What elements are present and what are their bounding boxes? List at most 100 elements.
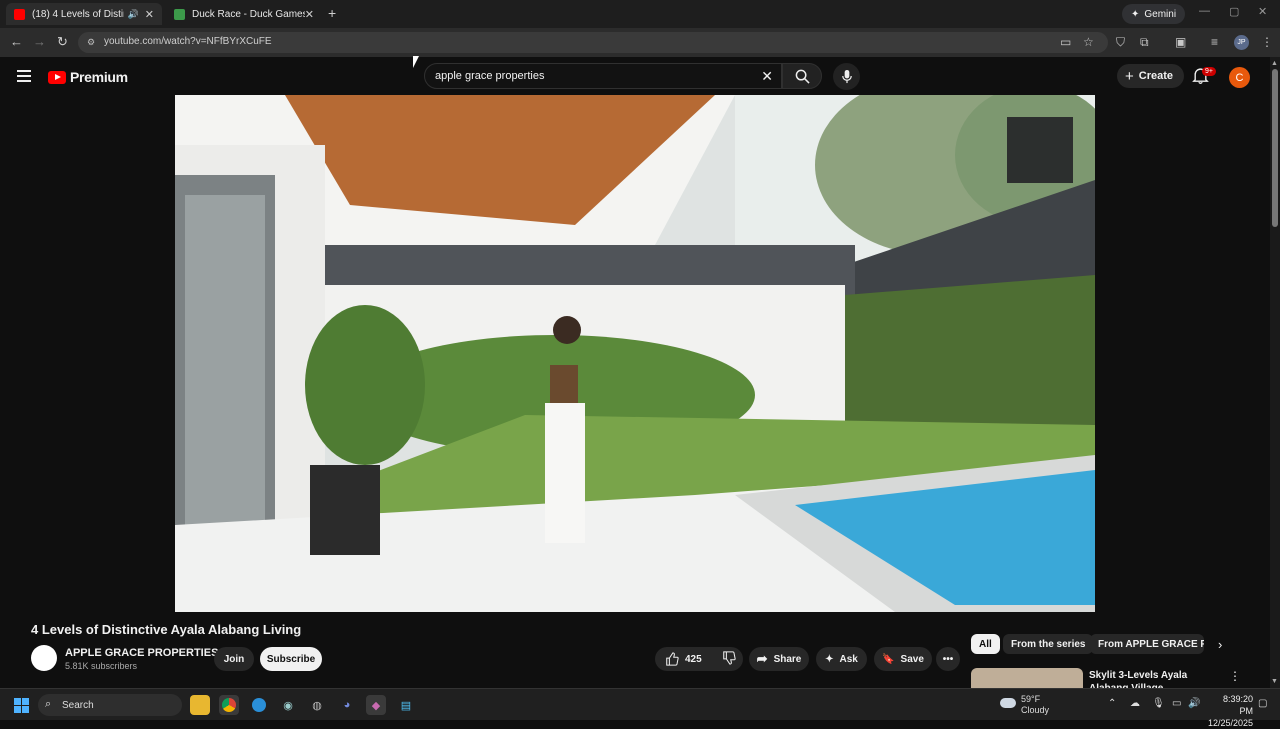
- maximize-icon[interactable]: ▢: [1229, 5, 1239, 18]
- search-button[interactable]: [782, 63, 822, 89]
- url-text: youtube.com/watch?v=NFfBYrXCuFE: [104, 36, 272, 47]
- video-player[interactable]: [175, 95, 1095, 612]
- chip-from-series[interactable]: From the series: [1003, 634, 1094, 654]
- more-actions-button[interactable]: •••: [936, 647, 960, 671]
- address-bar-row: ← → ↻ ⚙ youtube.com/watch?v=NFfBYrXCuFE …: [0, 28, 1280, 57]
- chrome-icon[interactable]: [219, 695, 239, 715]
- search-icon: ⌕: [45, 698, 52, 710]
- minimize-icon[interactable]: —: [1199, 5, 1210, 17]
- thumbs-down-icon: [722, 650, 736, 665]
- like-count: 425: [685, 653, 702, 665]
- new-tab-icon[interactable]: +: [328, 5, 336, 21]
- recommendation-menu-icon[interactable]: ⋮: [1229, 669, 1241, 683]
- close-window-icon[interactable]: ✕: [1258, 5, 1267, 18]
- speaker-icon[interactable]: 🔊: [128, 9, 139, 20]
- address-input[interactable]: ⚙ youtube.com/watch?v=NFfBYrXCuFE: [78, 32, 1108, 53]
- reload-icon[interactable]: ↻: [57, 34, 68, 50]
- voice-search-button[interactable]: [833, 63, 860, 90]
- volume-icon[interactable]: 🔊: [1188, 698, 1200, 709]
- notification-badge: 9+: [1202, 67, 1216, 76]
- app-active-icon[interactable]: ◆: [366, 695, 386, 715]
- clear-search-icon[interactable]: ✕: [761, 68, 773, 85]
- page-scrollbar[interactable]: [1270, 57, 1280, 688]
- system-clock[interactable]: 8:39:20 PM 12/25/2025: [1207, 693, 1253, 729]
- bookmark-star-icon[interactable]: ☆: [1083, 35, 1094, 49]
- channel-name[interactable]: APPLE GRACE PROPERTIES: [65, 647, 218, 659]
- weather-cloud-icon: [1000, 698, 1016, 708]
- video-frame: [175, 95, 1095, 612]
- hamburger-menu-icon[interactable]: [17, 70, 31, 82]
- profile-avatar[interactable]: JP: [1234, 35, 1249, 50]
- account-avatar[interactable]: C: [1229, 67, 1250, 88]
- chevron-right-icon[interactable]: ›: [1218, 637, 1222, 652]
- media-icon[interactable]: ≡: [1211, 35, 1218, 49]
- microphone-icon: [841, 69, 852, 84]
- tray-chevron-icon[interactable]: ⌃: [1108, 698, 1116, 709]
- tab-duck-race[interactable]: Duck Race - Duck Games ✕: [166, 3, 322, 25]
- cast-icon[interactable]: ▭: [1060, 35, 1071, 49]
- site-info-icon[interactable]: ⚙: [87, 37, 95, 48]
- scrollbar-thumb[interactable]: [1272, 69, 1278, 227]
- forward-icon[interactable]: →: [33, 34, 46, 49]
- notepad-icon[interactable]: ▤: [396, 695, 416, 715]
- shield-icon[interactable]: ⛉: [1116, 35, 1125, 50]
- discord-icon[interactable]: ◕: [337, 695, 357, 715]
- bookmark-icon: 🔖: [882, 653, 895, 665]
- create-button[interactable]: + Create: [1117, 64, 1185, 88]
- app-icon[interactable]: ◍: [307, 695, 327, 715]
- tab-youtube[interactable]: (18) 4 Levels of Distinctive A 🔊 ✕: [6, 3, 162, 25]
- notification-center-icon[interactable]: ▢: [1258, 698, 1267, 709]
- youtube-logo[interactable]: Premium: [48, 69, 128, 85]
- gemini-button[interactable]: ✦ Gemini: [1122, 4, 1186, 24]
- menu-dots-icon[interactable]: ⋮: [1261, 35, 1273, 49]
- save-button[interactable]: 🔖 Save: [874, 647, 932, 671]
- share-icon: ➦: [756, 651, 768, 666]
- youtube-favicon-icon: [14, 8, 25, 20]
- share-button[interactable]: ➦ Share: [749, 647, 809, 671]
- sparkle-icon: ✦: [825, 653, 834, 665]
- taskbar-search[interactable]: ⌕ Search: [38, 694, 182, 716]
- onedrive-icon[interactable]: ☁: [1130, 698, 1140, 709]
- recommendation-title[interactable]: Skylit 3-Levels Ayala Alabang Village: [1089, 669, 1219, 688]
- tab-title: Duck Race - Duck Games: [192, 8, 305, 20]
- weather-condition[interactable]: Cloudy: [1021, 705, 1049, 715]
- extensions-icon[interactable]: ⧉: [1140, 35, 1149, 50]
- like-button[interactable]: 425: [665, 652, 702, 666]
- sidepanel-icon[interactable]: ▣: [1175, 35, 1186, 49]
- youtube-header: Premium apple grace properties ✕ + Creat…: [0, 57, 1270, 95]
- subscribe-button[interactable]: Subscribe: [260, 647, 322, 671]
- search-input[interactable]: apple grace properties ✕: [424, 63, 782, 89]
- back-icon[interactable]: ←: [10, 34, 23, 49]
- network-icon[interactable]: ▭: [1172, 698, 1181, 709]
- recommendation-thumbnail[interactable]: [971, 668, 1083, 688]
- windows-start-icon[interactable]: [14, 698, 29, 713]
- weather-temperature[interactable]: 59°F: [1021, 694, 1040, 704]
- dislike-button[interactable]: [722, 650, 736, 668]
- youtube-play-icon: [48, 70, 66, 84]
- ask-button[interactable]: ✦ Ask: [816, 647, 867, 671]
- duck-favicon-icon: [174, 8, 185, 20]
- scroll-down-icon[interactable]: ▼: [1271, 678, 1278, 685]
- plus-icon: +: [1125, 67, 1134, 85]
- microphone-icon[interactable]: 🎙: [1152, 698, 1165, 709]
- steam-icon[interactable]: ◉: [278, 695, 298, 715]
- chip-all[interactable]: All: [971, 634, 1000, 654]
- video-title: 4 Levels of Distinctive Ayala Alabang Li…: [31, 622, 302, 637]
- search-icon: [795, 69, 810, 84]
- edge-icon[interactable]: [249, 695, 269, 715]
- close-tab-icon[interactable]: ✕: [305, 8, 314, 21]
- mouse-cursor-icon: [413, 56, 419, 68]
- tab-title: (18) 4 Levels of Distinctive A: [32, 8, 124, 20]
- browser-tab-bar: (18) 4 Levels of Distinctive A 🔊 ✕ Duck …: [0, 0, 1280, 28]
- chip-from-channel[interactable]: From APPLE GRACE PRO: [1090, 634, 1204, 654]
- like-dislike-group: 425: [655, 647, 743, 671]
- scroll-up-icon[interactable]: ▲: [1271, 60, 1278, 67]
- windows-taskbar: ⌕ Search ◉ ◍ ◕ ◆ ▤ 59°F Cloudy ⌃ ☁ 🎙 ▭ 🔊…: [0, 688, 1280, 728]
- sparkle-icon: ✦: [1131, 8, 1140, 20]
- join-button[interactable]: Join: [214, 647, 254, 671]
- channel-avatar[interactable]: [31, 645, 57, 671]
- file-explorer-icon[interactable]: [190, 695, 210, 715]
- thumbs-up-icon: [666, 652, 679, 666]
- subscriber-count: 5.81K subscribers: [65, 661, 138, 671]
- close-tab-icon[interactable]: ✕: [145, 8, 154, 21]
